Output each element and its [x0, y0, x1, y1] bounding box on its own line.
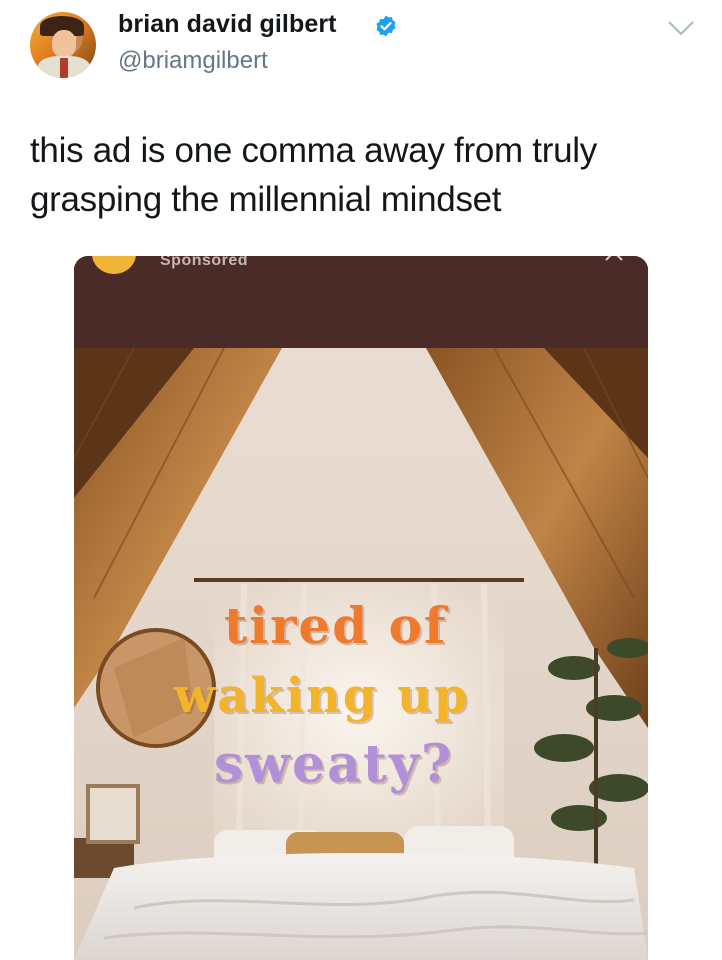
ad-headline-line-2: waking up [174, 668, 470, 724]
tweet-text: this ad is one comma away from truly gra… [30, 126, 700, 224]
close-icon [605, 256, 623, 261]
tweet-header: brian david gilbert @briamgilbert [0, 0, 722, 100]
ad-headline-line-3: sweaty? [214, 734, 454, 795]
tweet-media-image[interactable]: Sponsored tired of waking up sweaty? [74, 256, 648, 960]
author-handle[interactable]: @briamgilbert [118, 47, 268, 75]
ad-header-bar: Sponsored [74, 256, 648, 348]
avatar[interactable] [30, 12, 96, 78]
sponsor-avatar [92, 256, 136, 274]
author-name[interactable]: brian david gilbert [118, 10, 337, 39]
tweet-text-line-2: grasping the millennial mindset [30, 180, 502, 219]
sponsored-label: Sponsored [160, 256, 249, 269]
chevron-down-icon[interactable] [666, 18, 696, 38]
tweet-text-line-1: this ad is one comma away from truly [30, 131, 597, 170]
ad-headline-line-1: tired of [224, 596, 448, 655]
verified-badge-icon [376, 15, 396, 37]
